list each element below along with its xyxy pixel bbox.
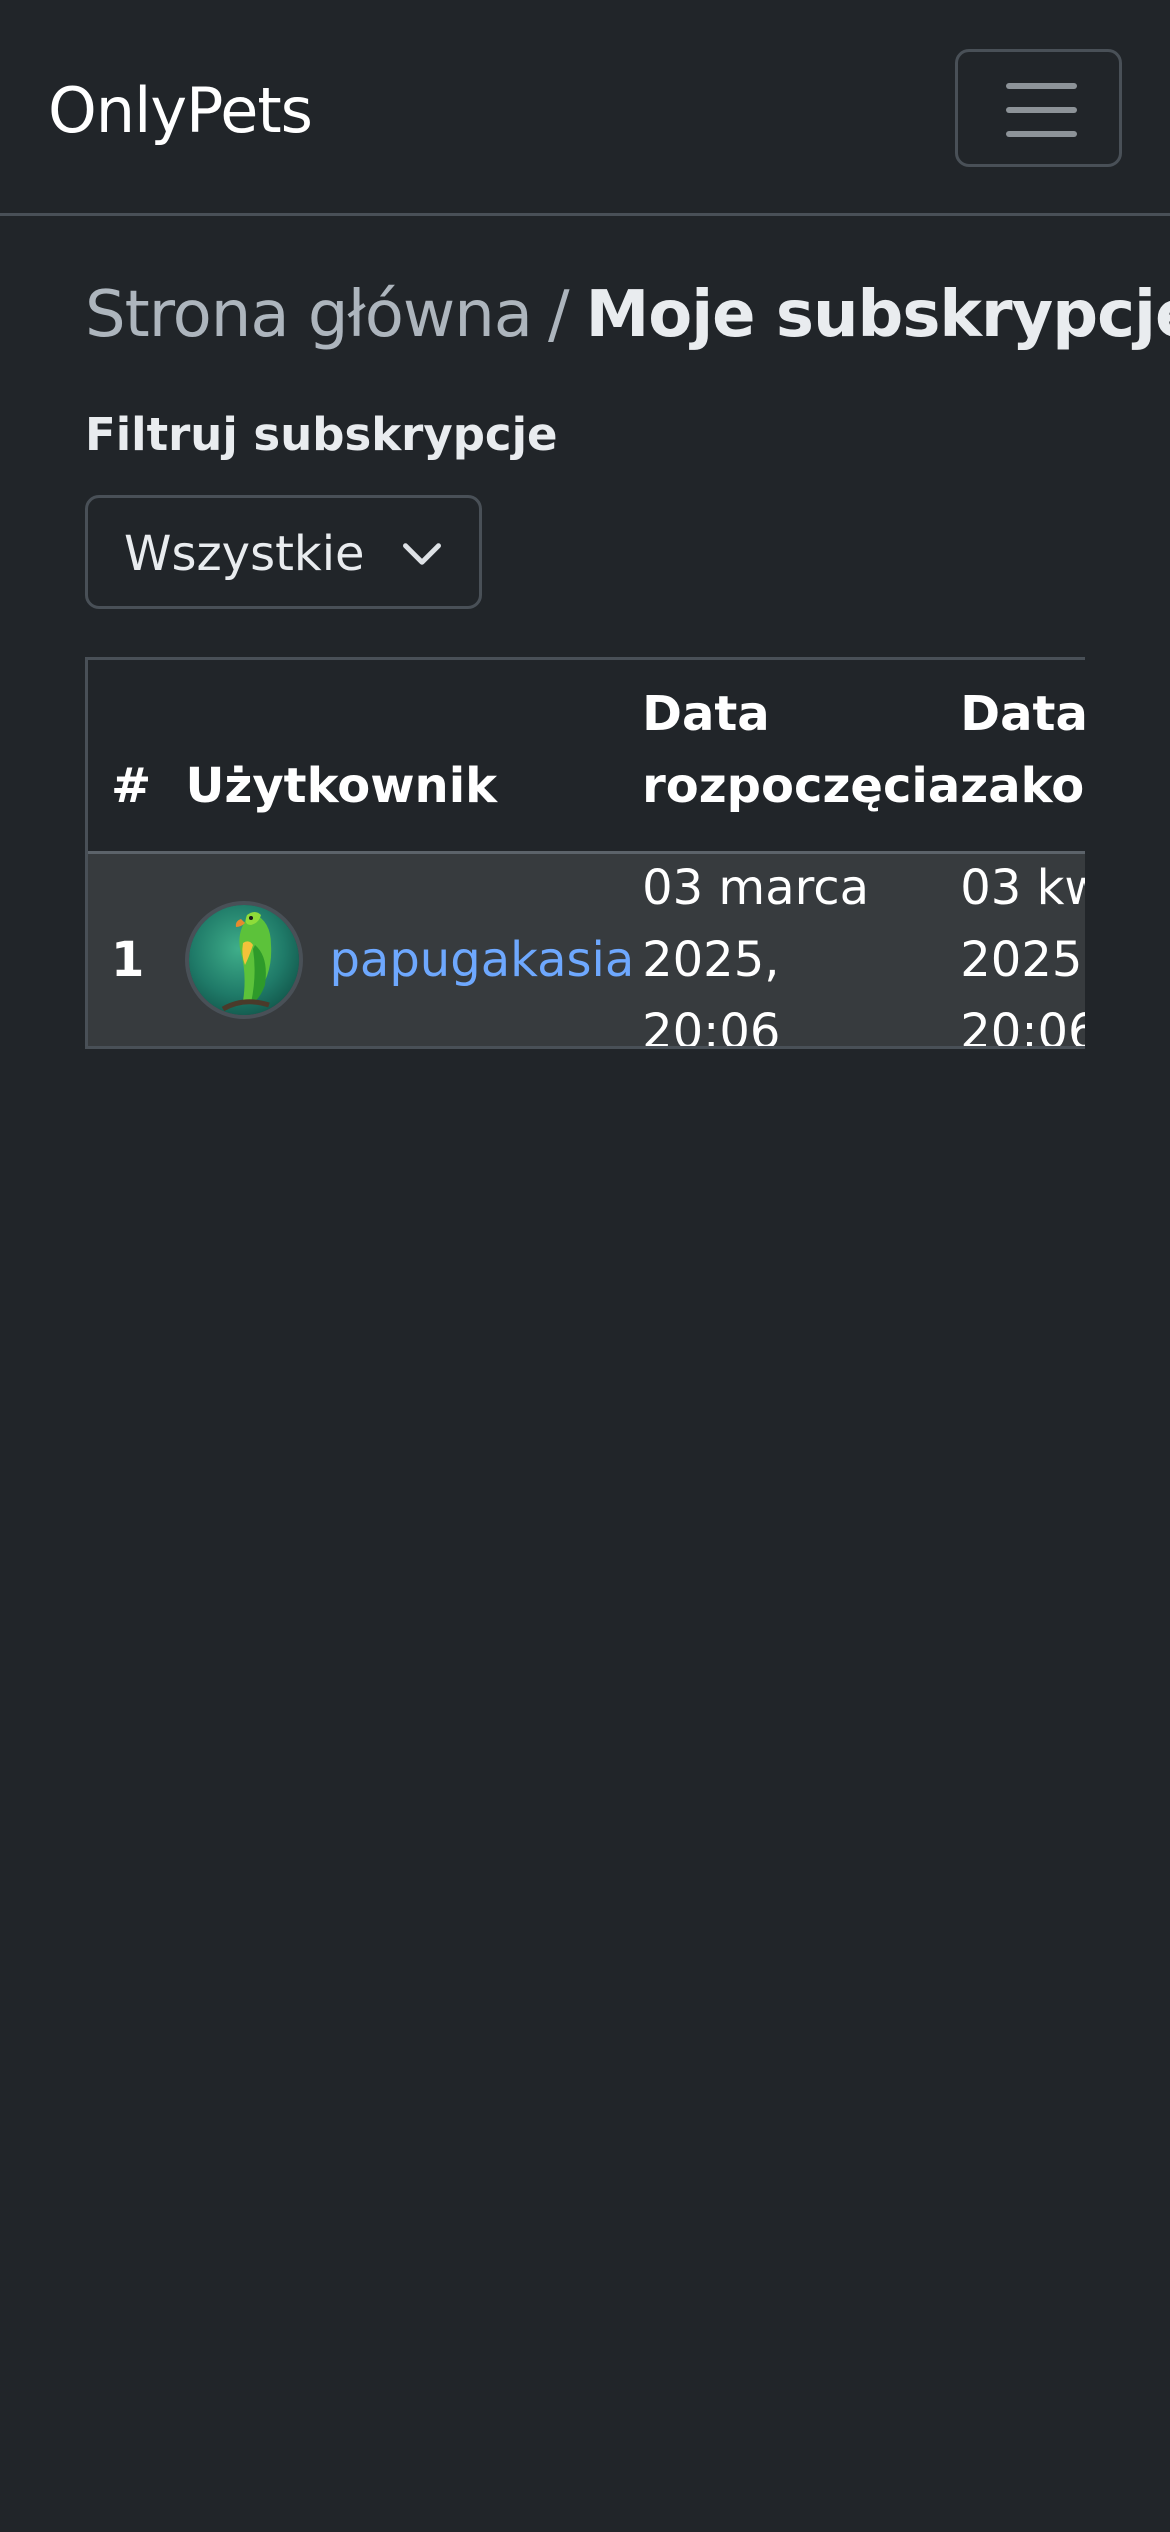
start-date-cell: 03 marca 2025, 20:06	[642, 852, 960, 1049]
filter-label: Filtruj subskrypcje	[85, 408, 558, 461]
brand-logo-link[interactable]: OnlyPets	[48, 66, 313, 156]
filter-select-value: Wszystkie	[124, 526, 365, 582]
table-row: 1 papugakasia 03 marca 2025, 20:06 03 kw…	[85, 852, 1085, 1049]
end-date-cell: 03 kwietnia 2025, 20:06	[960, 852, 1085, 1049]
column-header-end-date: Data zakończenia	[960, 686, 1085, 814]
column-header-start-date: Data rozpoczęcia	[642, 686, 961, 814]
breadcrumb: Strona główna / Moje subskrypcje	[85, 270, 1170, 360]
avatar[interactable]	[185, 901, 304, 1019]
table-header-row: # Użytkownik Data rozpoczęcia Data zakoń…	[85, 657, 1085, 852]
column-header-number: #	[111, 758, 152, 814]
breadcrumb-home-link[interactable]: Strona główna	[85, 278, 533, 352]
filter-select[interactable]: Wszystkie	[85, 495, 482, 609]
breadcrumb-separator: /	[548, 278, 570, 352]
username-link[interactable]: papugakasia	[329, 924, 634, 996]
user-cell: papugakasia	[185, 852, 642, 1049]
navbar: OnlyPets	[0, 0, 1170, 216]
chevron-down-icon	[403, 543, 441, 565]
start-date: 03 marca 2025, 20:06	[642, 860, 870, 1049]
navbar-toggle-button[interactable]	[955, 49, 1122, 167]
table-header-divider	[85, 851, 1085, 854]
parrot-avatar	[189, 905, 300, 1015]
row-number: 1	[111, 932, 145, 988]
page-title: Moje subskrypcje	[585, 278, 1170, 352]
subscriptions-table-container[interactable]: # Użytkownik Data rozpoczęcia Data zakoń…	[85, 657, 1085, 1049]
end-date: 03 kwietnia 2025, 20:06	[960, 860, 1085, 1049]
column-header-user: Użytkownik	[185, 758, 498, 814]
